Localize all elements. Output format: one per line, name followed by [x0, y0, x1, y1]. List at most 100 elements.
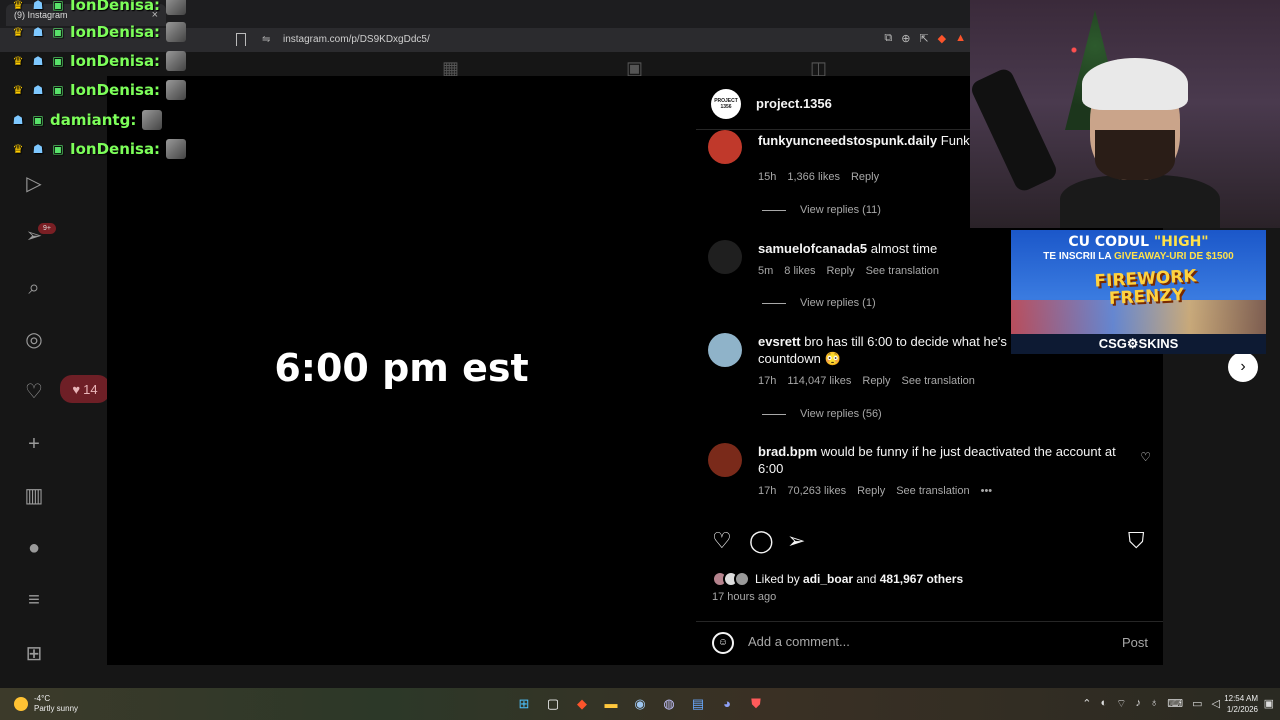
discord-icon[interactable]: ◕	[717, 694, 737, 714]
next-post-arrow-icon[interactable]: ›	[1228, 352, 1258, 382]
reply-button[interactable]: Reply	[857, 485, 885, 497]
steam-icon[interactable]: ◉	[630, 694, 650, 714]
commenter-avatar[interactable]	[708, 130, 742, 164]
file-explorer-icon[interactable]: ▬	[601, 694, 621, 714]
streamer-beard	[1095, 130, 1175, 180]
view-replies-button[interactable]: View replies (56)	[762, 408, 882, 420]
notepad-icon[interactable]: ▤	[688, 694, 708, 714]
gift-badge-icon: ▣	[52, 25, 64, 39]
liked-by-count[interactable]: 481,967 others	[880, 572, 963, 586]
chat-line: ♛ ☗ ▣ IonDenisa:	[10, 79, 187, 101]
chat-emote-icon	[166, 80, 187, 100]
commenter-username[interactable]: samuelofcanada5	[758, 241, 867, 256]
view-replies-button[interactable]: View replies (1)	[762, 297, 876, 309]
url-field[interactable]: instagram.com/p/DS9KDxgDdc5/	[283, 34, 430, 45]
comment-meta: 17h 70,263 likes Reply See translation •…	[758, 485, 992, 497]
comment-meta: 15h 1,366 likes Reply	[758, 171, 879, 183]
reply-button[interactable]: Reply	[862, 375, 890, 387]
post-video[interactable]: 6:00 pm est	[107, 76, 696, 665]
system-clock[interactable]: 12:54 AM 1/2/2026	[1224, 693, 1258, 715]
tray-app-icon[interactable]: ◐	[1100, 697, 1107, 711]
streamer-beanie	[1082, 58, 1188, 110]
network-icon[interactable]: ⌔	[1116, 697, 1126, 711]
commenter-username[interactable]: brad.bpm	[758, 444, 817, 459]
sponsor-logo: CSG⚙SKINS	[1011, 334, 1266, 354]
volume-icon[interactable]: ♪	[1135, 697, 1141, 711]
see-translation-button[interactable]: See translation	[902, 375, 975, 387]
liked-by-text[interactable]: Liked by adi_boar and 481,967 others	[755, 572, 963, 586]
windows-start-icon[interactable]: ⊞	[514, 694, 534, 714]
bot-badge-icon: ☗	[32, 54, 44, 68]
save-bookmark-icon[interactable]: ⛉	[1128, 528, 1145, 554]
security-shield-icon[interactable]: ⛊	[746, 694, 766, 714]
search-icon[interactable]: ⌕	[22, 276, 46, 300]
dashboard-icon[interactable]: ▥	[22, 484, 46, 508]
bookmark-icon[interactable]	[236, 33, 246, 46]
comment-likes[interactable]: 1,366 likes	[787, 171, 840, 183]
display-icon[interactable]: ▭	[1192, 697, 1202, 711]
reply-button[interactable]: Reply	[851, 171, 879, 183]
create-icon[interactable]: +	[22, 432, 46, 456]
comment-like-heart-icon[interactable]: ♡	[1140, 450, 1151, 464]
commenter-avatar[interactable]	[708, 240, 742, 274]
taskbar-apps: ⊞ ▢ ◆ ▬ ◉ ◍ ▤ ◕ ⛊	[514, 694, 766, 714]
mic-icon[interactable]: ♁	[1150, 697, 1158, 711]
see-translation-button[interactable]: See translation	[896, 485, 969, 497]
commenter-avatar[interactable]	[708, 443, 742, 477]
chat-username: IonDenisa:	[70, 0, 161, 14]
reply-button[interactable]: Reply	[826, 265, 854, 277]
commenter-username[interactable]: funkyuncneedstospunk.daily	[758, 133, 937, 148]
chat-username: IonDenisa:	[70, 23, 161, 41]
site-info-icon[interactable]: ⇋	[262, 34, 270, 45]
streamer-webcam	[970, 0, 1280, 228]
post-timestamp: 17 hours ago	[712, 591, 777, 603]
view-replies-button[interactable]: View replies (11)	[762, 204, 881, 216]
comment-likes[interactable]: 8 likes	[784, 265, 815, 277]
comment-likes[interactable]: 114,047 likes	[787, 375, 851, 387]
comment-likes[interactable]: 70,263 likes	[787, 485, 846, 497]
cast-icon[interactable]: ⧉	[884, 32, 892, 45]
more-options-icon[interactable]: •••	[981, 485, 993, 497]
tray-overflow-icon[interactable]: ⌃	[1082, 697, 1091, 711]
liked-by-user[interactable]: adi_boar	[803, 572, 853, 586]
clock-time: 12:54 AM	[1224, 694, 1258, 703]
more-menu-icon[interactable]: ≡	[22, 588, 46, 612]
speaker-icon[interactable]: ◁	[1212, 697, 1220, 711]
microphone	[970, 66, 1060, 194]
bot-badge-icon: ☗	[32, 25, 44, 39]
post-author-avatar[interactable]: PROJECT 1356	[711, 89, 741, 119]
like-heart-icon[interactable]: ♡	[712, 528, 732, 554]
share-icon[interactable]: ⇱	[919, 32, 928, 45]
post-author-username[interactable]: project.1356	[756, 96, 832, 111]
comment-input[interactable]	[748, 634, 1088, 649]
zoom-icon[interactable]: ⊕	[901, 32, 910, 45]
likes-notification-pill[interactable]: ♥ 14	[60, 375, 110, 403]
obs-icon[interactable]: ◍	[659, 694, 679, 714]
brave-browser-icon[interactable]: ◆	[572, 694, 592, 714]
task-view-icon[interactable]: ▢	[543, 694, 563, 714]
weather-widget[interactable]: -4°C Partly sunny	[14, 694, 78, 714]
chat-line: ☗ ▣ damiantg:	[10, 109, 163, 131]
notification-center-icon[interactable]: ▣	[1264, 697, 1274, 710]
brave-rewards-icon[interactable]: ▲	[955, 32, 966, 45]
see-translation-button[interactable]: See translation	[866, 265, 939, 277]
liker-avatar	[734, 571, 750, 587]
commenter-username[interactable]: evsrett	[758, 334, 801, 349]
reels-nav-icon[interactable]: ▷	[22, 172, 46, 196]
commenter-avatar[interactable]	[708, 333, 742, 367]
add-comment-bar: ☺ Post	[696, 621, 1163, 665]
view-replies-label: View replies (56)	[800, 408, 882, 420]
share-send-icon[interactable]: ➢	[787, 528, 805, 554]
keyboard-icon[interactable]: ⌨	[1167, 697, 1183, 711]
comment-time: 5m	[758, 265, 774, 277]
explore-icon[interactable]: ◎	[22, 328, 46, 352]
brave-shield-icon[interactable]: ◆	[938, 32, 946, 45]
crown-badge-icon: ♛	[12, 83, 24, 97]
profile-icon[interactable]: ●	[22, 536, 46, 560]
post-comment-button[interactable]: Post	[1122, 635, 1148, 650]
emoji-picker-icon[interactable]: ☺	[712, 632, 734, 654]
comment-bubble-icon[interactable]: ◯	[749, 528, 774, 554]
weather-temp: -4°C	[34, 694, 51, 703]
apps-icon[interactable]: ⊞	[22, 642, 46, 666]
notifications-heart-icon[interactable]: ♡	[22, 380, 46, 404]
